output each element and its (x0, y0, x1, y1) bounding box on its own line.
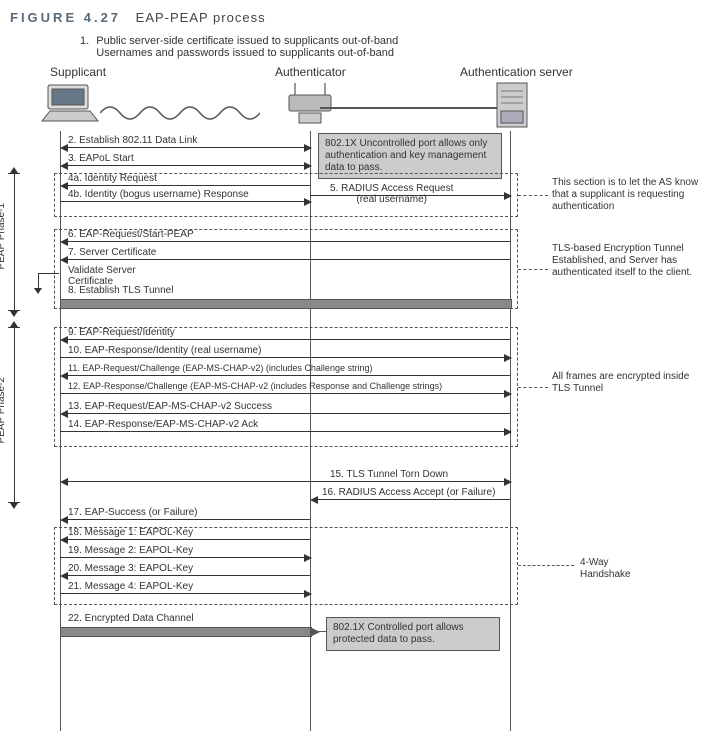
arrow-14: 14. EAP-Response/EAP-MS-CHAP-v2 Ack (10, 421, 706, 435)
note-right-2: TLS-based Encryption Tunnel Established,… (552, 243, 702, 279)
phase-2-bracket: PEAP Phase-2 (8, 327, 20, 503)
arrow-10: 10. EAP-Response/Identity (real username… (10, 347, 706, 361)
arrow-16: 16. RADIUS Access Accept (or Failure) (10, 489, 706, 503)
arrow-21: 21. Message 4: EAPOL-Key (10, 583, 706, 597)
arrow-17: 17. EAP-Success (or Failure) (10, 509, 706, 523)
role-headers: Supplicant Authenticator Authentication … (10, 65, 706, 81)
arrow-2: 2. Establish 802.11 Data Link (10, 137, 706, 151)
note-validate-cert: Validate Server Certificate (68, 265, 136, 287)
sequence-diagram: 802.1X Uncontrolled port allows only aut… (10, 81, 706, 731)
server-icon (495, 81, 529, 129)
note-right-1: This section is to let the AS know that … (552, 177, 702, 213)
arrow-15: 15. TLS Tunnel Torn Down (10, 471, 706, 485)
tls-tunnel-bar (60, 299, 512, 309)
arrow-3: 3. EAPoL Start (10, 155, 706, 169)
access-point-icon (285, 81, 335, 127)
laptop-icon (40, 81, 100, 125)
figure-number: FIGURE 4.27 (10, 10, 121, 25)
arrow-18: 18. Message 1: EAPOL-Key (10, 529, 706, 543)
callout-controlled-port: 802.1X Controlled port allows protected … (326, 617, 500, 651)
figure-caption: EAP-PEAP process (136, 10, 266, 25)
wireless-icon (100, 101, 250, 121)
figure-title: FIGURE 4.27 EAP-PEAP process (10, 10, 706, 25)
step-1-note: 1. Public server-side certificate issued… (80, 35, 706, 59)
note-right-4: 4-Way Handshake (580, 557, 680, 581)
role-authenticator: Authenticator (275, 65, 346, 79)
encrypted-channel-bar (60, 627, 312, 637)
phase-1-bracket: PEAP Phase-1 (8, 173, 20, 311)
wired-link-icon (320, 107, 500, 109)
arrow-13: 13. EAP-Request/EAP-MS-CHAP-v2 Success (10, 403, 706, 417)
role-supplicant: Supplicant (50, 65, 106, 79)
arrow-9: 9. EAP-Request/Identity (10, 329, 706, 343)
role-auth-server: Authentication server (460, 65, 573, 79)
note-right-3: All frames are encrypted inside TLS Tunn… (552, 371, 692, 395)
